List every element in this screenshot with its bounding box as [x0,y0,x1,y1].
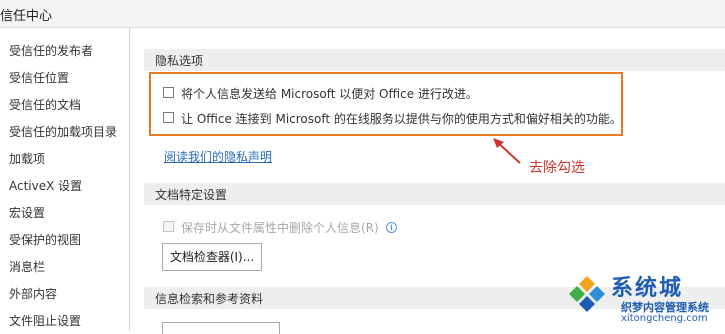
sidebar-item-activex[interactable]: ActiveX 设置 [9,177,82,194]
sidebar-item-macro-settings[interactable]: 宏设置 [9,204,45,221]
remove-personal-info-label: 保存时从文件属性中删除个人信息(R) [181,221,379,235]
send-info-label: 将个人信息发送给 Microsoft 以便对 Office 进行改进。 [181,87,478,101]
privacy-section-title: 隐私选项 [155,54,204,68]
send-info-checkbox[interactable] [163,87,174,98]
watermark: 系统城 织梦内容管理系统 xitongcheng.com [565,270,725,331]
watermark-site: xitongcheng.com [621,313,708,324]
remove-personal-info-checkbox[interactable] [163,221,174,232]
sidebar-item-message-bar[interactable]: 消息栏 [9,258,45,275]
annotation-text: 去除勾选 [529,160,585,176]
document-inspector-button[interactable]: 文档检查器(I)... [162,243,262,271]
watermark-brand: 系统城 [611,276,684,301]
connected-services-label: 让 Office 连接到 Microsoft 的在线服务以提供与你的使用方式和偏… [181,112,622,126]
connected-services-checkbox[interactable] [163,112,174,123]
sidebar-item-external-content[interactable]: 外部内容 [9,285,57,302]
sidebar-item-file-block[interactable]: 文件阻止设置 [9,312,81,329]
title-bar: 信任中心 [0,0,725,28]
privacy-section-header: 隐私选项 [144,49,725,71]
sidebar-item-trusted-locations[interactable]: 受信任位置 [9,69,69,86]
privacy-option-send-info[interactable]: 将个人信息发送给 Microsoft 以便对 Office 进行改进。 [163,85,633,103]
document-specific-section-header: 文档特定设置 [144,183,725,205]
sidebar-item-trusted-documents[interactable]: 受信任的文档 [9,96,81,113]
research-section-title: 信息检索和参考资料 [155,292,264,306]
remove-personal-info-option[interactable]: 保存时从文件属性中删除个人信息(R) i [163,219,403,237]
sidebar: 受信任的发布者 受信任位置 受信任的文档 受信任的加载项目录 加载项 Activ… [0,28,130,331]
research-options-button[interactable] [162,322,280,334]
document-specific-section-title: 文档特定设置 [155,188,228,202]
privacy-statement-link[interactable]: 阅读我们的隐私声明 [164,148,272,165]
sidebar-item-trusted-publishers[interactable]: 受信任的发布者 [9,42,93,59]
sidebar-item-addins[interactable]: 加载项 [9,150,45,167]
sidebar-item-trusted-addin-catalogs[interactable]: 受信任的加载项目录 [9,123,117,140]
annotation-arrow-icon [493,138,521,164]
window-title: 信任中心 [0,9,53,24]
sidebar-item-protected-view[interactable]: 受保护的视图 [9,231,81,248]
info-icon: i [386,222,397,233]
privacy-option-connected-services[interactable]: 让 Office 连接到 Microsoft 的在线服务以提供与你的使用方式和偏… [163,110,633,128]
watermark-logo-icon [569,276,605,312]
